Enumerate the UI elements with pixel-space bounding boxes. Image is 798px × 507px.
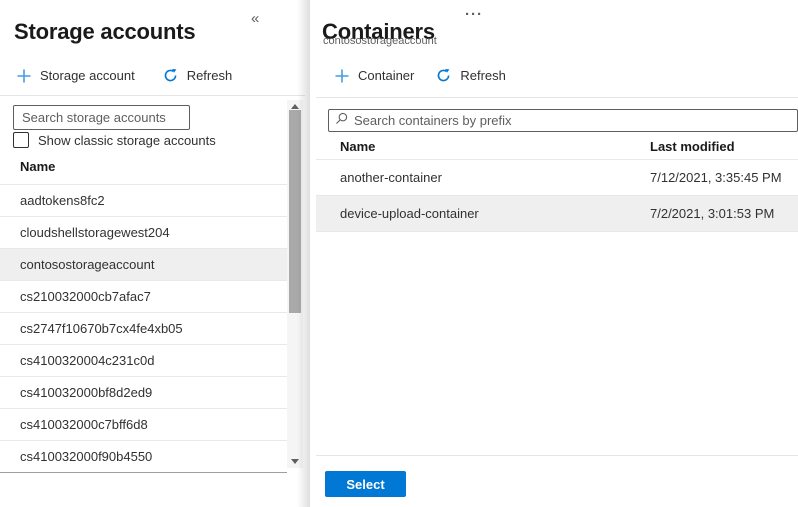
- left-list-scrollbar[interactable]: [287, 100, 303, 468]
- storage-account-row[interactable]: cs410032000c7bff6d8: [0, 409, 287, 441]
- name-column-header: Name: [20, 159, 55, 174]
- show-classic-checkbox[interactable]: [13, 132, 29, 148]
- storage-account-row[interactable]: cs210032000cb7afac7: [0, 281, 287, 313]
- containers-panel: Containers ··· contosostorageaccount Con…: [310, 0, 798, 507]
- refresh-storage-accounts-label: Refresh: [187, 68, 233, 83]
- storage-accounts-title: Storage accounts: [14, 19, 195, 45]
- more-options-icon[interactable]: ···: [465, 6, 483, 23]
- containers-subtitle: contosostorageaccount: [323, 35, 437, 47]
- container-last-modified: 7/12/2021, 3:35:45 PM: [650, 160, 782, 195]
- name-column-header: Name: [340, 139, 375, 154]
- scroll-down-arrow-icon[interactable]: [287, 454, 303, 468]
- storage-accounts-panel: Storage accounts « Storage account Refre…: [0, 0, 310, 507]
- scrollbar-thumb[interactable]: [289, 110, 301, 313]
- show-classic-label: Show classic storage accounts: [38, 133, 216, 148]
- storage-account-row[interactable]: cs4100320004c231c0d: [0, 345, 287, 377]
- footer-divider: [316, 455, 798, 456]
- containers-toolbar: Container Refresh: [333, 64, 508, 87]
- plus-icon: [335, 69, 349, 83]
- add-container-button[interactable]: Container: [333, 64, 416, 87]
- container-search-box: [328, 109, 798, 132]
- storage-account-row[interactable]: cs410032000f90b4550: [0, 441, 287, 472]
- storage-account-row[interactable]: cs2747f10670b7cx4fe4xb05: [0, 313, 287, 345]
- storage-accounts-toolbar: Storage account Refresh: [15, 64, 234, 87]
- container-name: device-upload-container: [340, 196, 479, 231]
- refresh-containers-label: Refresh: [460, 68, 506, 83]
- select-button[interactable]: Select: [325, 471, 406, 497]
- container-row[interactable]: another-container 7/12/2021, 3:35:45 PM: [316, 160, 798, 196]
- collapse-panel-icon[interactable]: «: [251, 10, 259, 27]
- azure-storage-picker: Storage accounts « Storage account Refre…: [0, 0, 798, 507]
- plus-icon: [17, 69, 31, 83]
- containers-table-header: Name Last modified: [316, 132, 798, 160]
- container-row-selected[interactable]: device-upload-container 7/2/2021, 3:01:5…: [316, 196, 798, 232]
- container-search-input[interactable]: [354, 113, 791, 128]
- last-modified-column-header: Last modified: [650, 139, 735, 154]
- storage-account-row[interactable]: aadtokens8fc2: [0, 185, 287, 217]
- search-icon: [335, 112, 354, 130]
- storage-account-row[interactable]: cs410032000bf8d2ed9: [0, 377, 287, 409]
- storage-accounts-list: aadtokens8fc2 cloudshellstoragewest204 c…: [0, 184, 287, 473]
- storage-account-search-input[interactable]: [13, 105, 190, 130]
- refresh-containers-button[interactable]: Refresh: [434, 64, 508, 87]
- refresh-icon: [163, 68, 178, 83]
- toolbar-divider: [316, 97, 798, 98]
- refresh-icon: [436, 68, 451, 83]
- container-last-modified: 7/2/2021, 3:01:53 PM: [650, 196, 774, 231]
- container-name: another-container: [340, 160, 442, 195]
- add-storage-account-label: Storage account: [40, 68, 135, 83]
- storage-account-row-selected[interactable]: contosostorageaccount: [0, 249, 287, 281]
- add-container-label: Container: [358, 68, 414, 83]
- toolbar-divider: [0, 95, 305, 96]
- storage-account-row[interactable]: cloudshellstoragewest204: [0, 217, 287, 249]
- refresh-storage-accounts-button[interactable]: Refresh: [161, 64, 235, 87]
- add-storage-account-button[interactable]: Storage account: [15, 64, 137, 87]
- containers-table: another-container 7/12/2021, 3:35:45 PM …: [316, 160, 798, 232]
